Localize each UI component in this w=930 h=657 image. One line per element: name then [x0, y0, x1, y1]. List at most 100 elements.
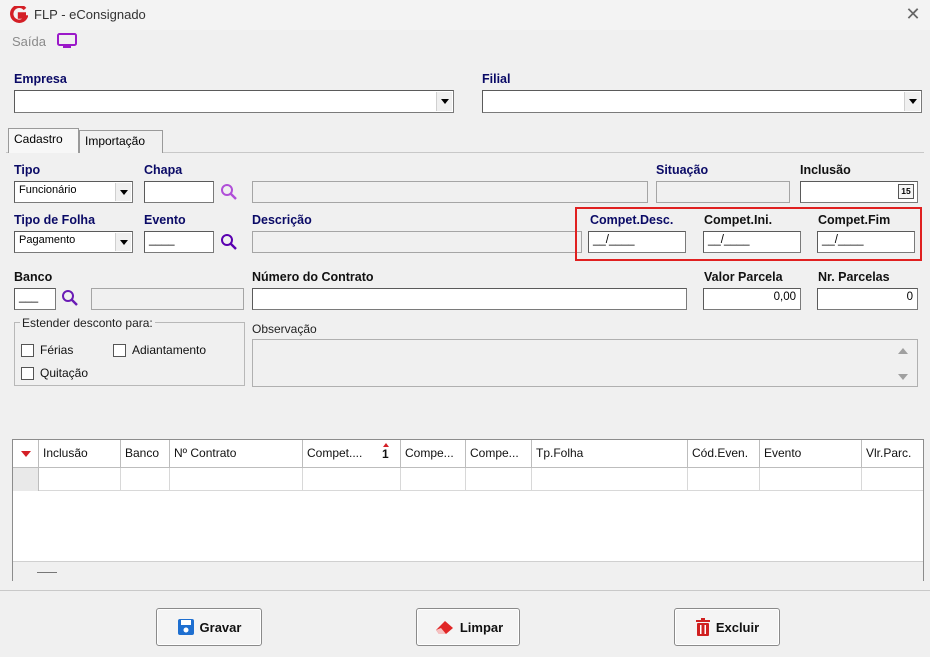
- eraser-icon: [435, 621, 453, 634]
- trash-icon: [695, 618, 710, 636]
- grid-header: Inclusão Banco Nº Contrato Compet.... 1 …: [13, 440, 923, 468]
- filial-select[interactable]: [482, 90, 922, 113]
- tipo-label: Tipo: [14, 163, 41, 177]
- table-cell[interactable]: [121, 468, 170, 491]
- table-cell[interactable]: [303, 468, 401, 491]
- quitacao-label: Quitação: [40, 366, 89, 380]
- tipo-folha-value: Pagamento: [19, 234, 76, 246]
- chevron-down-icon[interactable]: [904, 92, 920, 111]
- table-cell[interactable]: [401, 468, 466, 491]
- chevron-down-icon[interactable]: [436, 92, 452, 111]
- grid-col-compet-fim[interactable]: Compe...: [466, 440, 532, 468]
- calendar-icon[interactable]: 15: [898, 184, 914, 199]
- grid-col-vlr-parc[interactable]: Vlr.Parc.: [862, 440, 923, 468]
- table-cell[interactable]: [170, 468, 303, 491]
- adiantamento-label: Adiantamento: [132, 343, 207, 357]
- clear-button[interactable]: Limpar: [416, 608, 520, 646]
- evento-label: Evento: [144, 213, 186, 227]
- table-cell[interactable]: [688, 468, 760, 491]
- consignado-grid[interactable]: Inclusão Banco Nº Contrato Compet.... 1 …: [12, 439, 924, 581]
- table-cell[interactable]: [39, 468, 121, 491]
- compet-ini-input[interactable]: __/____: [703, 231, 801, 253]
- banco-label: Banco: [14, 270, 53, 284]
- grid-footer: [13, 561, 923, 581]
- banco-input[interactable]: ___: [14, 288, 56, 310]
- observacao-textarea[interactable]: [252, 339, 918, 387]
- compet-fim-label: Compet.Fim: [818, 213, 891, 227]
- tipo-value: Funcionário: [19, 184, 77, 196]
- inclusao-label: Inclusão: [800, 163, 851, 177]
- tipo-select[interactable]: Funcionário: [14, 181, 133, 203]
- close-icon[interactable]: ✕: [903, 4, 923, 24]
- nr-parcelas-label: Nr. Parcelas: [818, 270, 890, 284]
- chapa-label: Chapa: [144, 163, 183, 177]
- tipo-folha-label: Tipo de Folha: [14, 213, 96, 227]
- tipo-folha-select[interactable]: Pagamento: [14, 231, 133, 253]
- grid-menu-cell[interactable]: [13, 440, 39, 468]
- adiantamento-checkbox[interactable]: [113, 344, 126, 357]
- compet-ini-label: Compet.Ini.: [704, 213, 773, 227]
- scroll-up-icon[interactable]: [898, 348, 908, 354]
- evento-input[interactable]: ____: [144, 231, 214, 253]
- valor-parcela-input[interactable]: 0,00: [703, 288, 801, 310]
- numero-contrato-label: Número do Contrato: [252, 270, 374, 284]
- app-logo-icon: [10, 6, 28, 23]
- window-title: FLP - eConsignado: [34, 7, 146, 22]
- table-cell[interactable]: [466, 468, 532, 491]
- sort-order-icon: 1: [382, 443, 389, 461]
- calendar-icon-day: 15: [901, 186, 911, 196]
- delete-button-label: Excluir: [715, 619, 760, 635]
- grid-col-compet-ini[interactable]: Compe...: [401, 440, 466, 468]
- monitor-icon[interactable]: [56, 32, 78, 50]
- dropdown-arrow-icon[interactable]: [21, 451, 31, 457]
- delete-button[interactable]: Excluir: [674, 608, 780, 646]
- chapa-input[interactable]: [144, 181, 214, 203]
- descricao-field: [252, 231, 582, 253]
- banco-name-display: [91, 288, 244, 310]
- grid-col-compet-desc-label: Compet....: [307, 446, 363, 460]
- numero-contrato-input[interactable]: [252, 288, 687, 310]
- compet-desc-label: Compet.Desc.: [590, 213, 674, 227]
- save-button-label: Gravar: [199, 619, 242, 635]
- chevron-down-icon[interactable]: [115, 183, 131, 201]
- minus-icon: [37, 572, 57, 573]
- grid-col-compet-desc[interactable]: Compet.... 1: [303, 440, 401, 468]
- situacao-label: Situação: [656, 163, 709, 177]
- tab-importacao[interactable]: Importação: [79, 130, 163, 153]
- row-indicator[interactable]: [13, 468, 39, 491]
- compet-desc-input[interactable]: __/____: [588, 231, 686, 253]
- inclusao-date-input[interactable]: 15: [800, 181, 918, 203]
- scroll-down-icon[interactable]: [898, 374, 908, 380]
- nr-parcelas-input[interactable]: 0: [817, 288, 918, 310]
- estender-desconto-title: Estender desconto para:: [20, 316, 155, 330]
- chevron-down-icon[interactable]: [115, 233, 131, 251]
- exit-menu-item[interactable]: Saída: [12, 34, 46, 49]
- search-icon[interactable]: [220, 233, 238, 251]
- table-cell[interactable]: [862, 468, 923, 491]
- ferias-checkbox[interactable]: [21, 344, 34, 357]
- descricao-label: Descrição: [252, 213, 312, 227]
- grid-col-evento[interactable]: Evento: [760, 440, 862, 468]
- grid-col-cod-evento[interactable]: Cód.Even.: [688, 440, 760, 468]
- empresa-label: Empresa: [14, 72, 67, 86]
- search-icon[interactable]: [61, 289, 79, 307]
- grid-col-contrato[interactable]: Nº Contrato: [170, 440, 303, 468]
- observacao-label: Observação: [252, 322, 317, 336]
- save-button[interactable]: Gravar: [156, 608, 262, 646]
- quitacao-checkbox[interactable]: [21, 367, 34, 380]
- grid-col-inclusao[interactable]: Inclusão: [39, 440, 121, 468]
- sort-order-number: 1: [382, 447, 389, 461]
- empresa-select[interactable]: [14, 90, 454, 113]
- compet-fim-input[interactable]: __/____: [817, 231, 915, 253]
- clear-button-label: Limpar: [459, 619, 504, 635]
- floppy-disk-icon: [177, 619, 194, 635]
- search-icon[interactable]: [220, 183, 238, 201]
- tab-cadastro[interactable]: Cadastro: [8, 128, 79, 153]
- table-row[interactable]: [13, 468, 923, 491]
- chapa-name-display: [252, 181, 648, 203]
- table-cell[interactable]: [532, 468, 688, 491]
- situacao-field: [656, 181, 790, 203]
- table-cell[interactable]: [760, 468, 862, 491]
- grid-col-banco[interactable]: Banco: [121, 440, 170, 468]
- grid-col-tp-folha[interactable]: Tp.Folha: [532, 440, 688, 468]
